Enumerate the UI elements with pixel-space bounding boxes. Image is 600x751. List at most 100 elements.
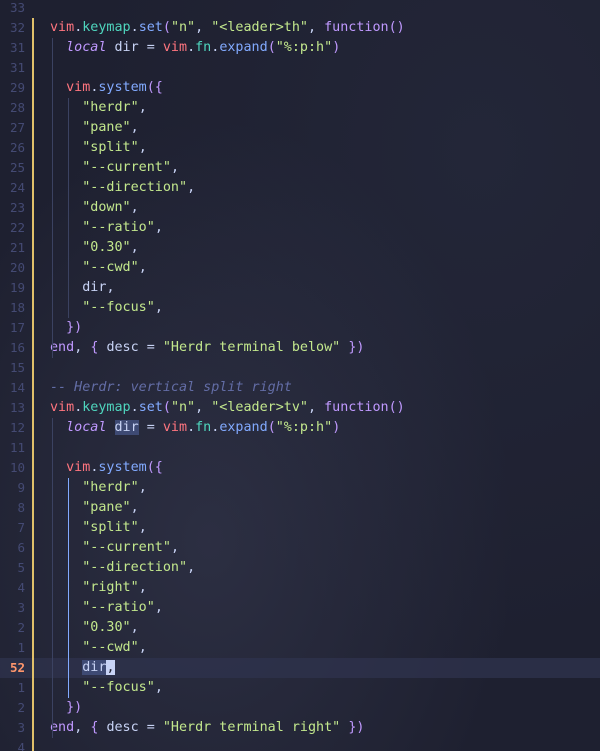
git-change-sign <box>32 58 34 78</box>
code-line[interactable]: 33 <box>0 0 600 18</box>
code-text: "0.30", <box>50 618 138 638</box>
code-line[interactable]: 28 "herdr", <box>0 98 600 118</box>
code-line[interactable]: 4 <box>0 738 600 751</box>
code-line[interactable]: 14 -- Herdr: vertical split right <box>0 378 600 398</box>
end-keyword: end <box>50 720 75 735</box>
code-token: , <box>187 560 196 575</box>
code-line[interactable]: 32 vim.keymap.set("n", "<leader>th", func… <box>0 18 600 38</box>
code-line[interactable]: 10 vim.system({ <box>0 458 600 478</box>
line-number: 1 <box>17 640 25 655</box>
desc-string: "Herdr terminal below" <box>162 340 341 355</box>
code-text: "--cwd", <box>50 258 147 278</box>
code-line[interactable]: 23 "down", <box>0 198 600 218</box>
code-line[interactable]: 9 "herdr", <box>0 478 600 498</box>
git-change-sign <box>32 478 34 498</box>
line-number: 20 <box>9 260 25 275</box>
keymap-token: keymap <box>82 400 131 415</box>
code-line[interactable]: 13 vim.keymap.set("n", "<leader>tv", func… <box>0 398 600 418</box>
code-line[interactable]: 12 local dir = vim.fn.expand("%:p:h") <box>0 418 600 438</box>
current-line[interactable]: 52 dir, <box>0 658 600 678</box>
arg-string: "0.30" <box>82 620 131 635</box>
code-line[interactable]: 16 end, { desc = "Herdr terminal below" }… <box>0 338 600 358</box>
line-number: 8 <box>17 500 25 515</box>
code-line[interactable]: 3 "--ratio", <box>0 598 600 618</box>
function-keyword: function <box>324 20 389 35</box>
vim-global-token: vim <box>50 20 75 35</box>
code-token: , <box>154 600 163 615</box>
line-number: 27 <box>9 120 25 135</box>
code-line[interactable]: 11 <box>0 438 600 458</box>
git-change-sign <box>32 658 34 678</box>
code-text: vim.system({ <box>50 458 163 478</box>
line-number: 4 <box>17 580 25 595</box>
code-line[interactable]: 17 }) <box>0 318 600 338</box>
code-line[interactable]: 2 "0.30", <box>0 618 600 638</box>
code-token: , <box>130 200 139 215</box>
git-change-sign <box>32 538 34 558</box>
code-line[interactable]: 21 "0.30", <box>0 238 600 258</box>
code-line[interactable]: 31 <box>0 58 600 78</box>
code-line[interactable]: 25 "--current", <box>0 158 600 178</box>
code-line[interactable]: 1 "--cwd", <box>0 638 600 658</box>
code-line[interactable]: 19 dir, <box>0 278 600 298</box>
code-line[interactable]: 3 end, { desc = "Herdr terminal right" }) <box>0 718 600 738</box>
arg-string: "--ratio" <box>82 600 155 615</box>
vim-global-token: vim <box>50 400 75 415</box>
code-line[interactable]: 4 "right", <box>0 578 600 598</box>
function-keyword: function <box>324 400 389 415</box>
code-line[interactable]: 15 <box>0 358 600 378</box>
line-number: 22 <box>9 220 25 235</box>
code-token: ( <box>162 400 171 415</box>
git-change-sign <box>32 118 34 138</box>
code-text: local dir = vim.fn.expand("%:p:h") <box>50 418 340 438</box>
arg-string: "--focus" <box>82 300 155 315</box>
line-number: 10 <box>9 460 25 475</box>
code-line[interactable]: 8 "pane", <box>0 498 600 518</box>
code-line[interactable]: 20 "--cwd", <box>0 258 600 278</box>
git-change-sign <box>32 98 34 118</box>
code-line[interactable]: 2 }) <box>0 698 600 718</box>
code-token: . <box>130 400 139 415</box>
code-token: , <box>130 500 139 515</box>
code-line[interactable]: 31 local dir = vim.fn.expand("%:p:h") <box>0 38 600 58</box>
code-line[interactable]: 6 "--current", <box>0 538 600 558</box>
git-change-sign <box>32 338 34 358</box>
code-token: , <box>138 640 147 655</box>
code-text: "--current", <box>50 158 179 178</box>
code-text: vim.system({ <box>50 78 163 98</box>
line-number: 3 <box>17 600 25 615</box>
code-line[interactable]: 27 "pane", <box>0 118 600 138</box>
system-function-token: system <box>98 460 147 475</box>
code-text: "--direction", <box>50 558 195 578</box>
line-number: 6 <box>17 540 25 555</box>
code-token: = <box>138 340 163 355</box>
code-line[interactable]: 24 "--direction", <box>0 178 600 198</box>
code-text: "--current", <box>50 538 179 558</box>
code-line[interactable]: 1 "--focus", <box>0 678 600 698</box>
code-text: "herdr", <box>50 478 147 498</box>
cursor-line-number: 52 <box>9 660 25 675</box>
code-token: ( <box>267 420 276 435</box>
code-line[interactable]: 29 vim.system({ <box>0 78 600 98</box>
code-line[interactable]: 18 "--focus", <box>0 298 600 318</box>
code-token: , <box>74 720 91 735</box>
code-line[interactable]: 5 "--direction", <box>0 558 600 578</box>
vim-global-token: vim <box>162 420 188 435</box>
code-line[interactable]: 26 "split", <box>0 138 600 158</box>
code-token: , <box>195 20 212 35</box>
code-token: ( <box>162 20 171 35</box>
code-line[interactable]: 7 "split", <box>0 518 600 538</box>
line-number: 4 <box>17 740 25 751</box>
indent-guide <box>68 98 70 318</box>
editor-window[interactable]: 33 32 vim.keymap.set("n", "<leader>th", fu… <box>0 0 600 751</box>
git-change-sign <box>32 458 34 478</box>
code-line[interactable]: 22 "--ratio", <box>0 218 600 238</box>
line-number: 7 <box>17 520 25 535</box>
